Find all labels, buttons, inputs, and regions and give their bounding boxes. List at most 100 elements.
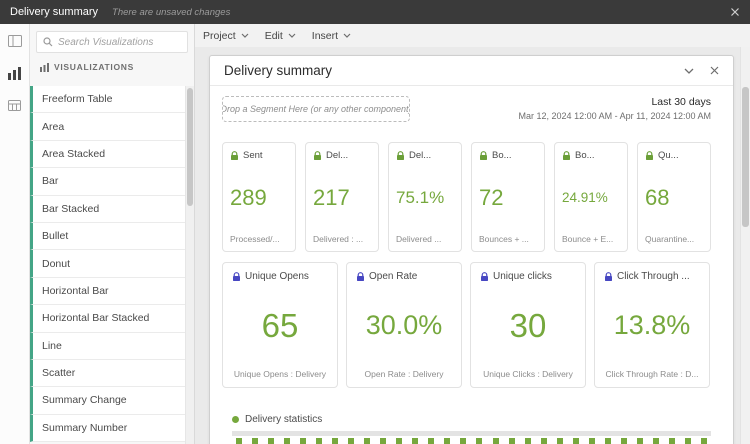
main-scrollbar-thumb[interactable] <box>742 87 749 227</box>
card-value-area: 72 <box>479 161 537 234</box>
visualization-list-item[interactable]: Donut <box>30 250 194 277</box>
chart-bar[interactable] <box>557 438 563 444</box>
rail-panels-button[interactable] <box>5 33 25 49</box>
visualization-list-item[interactable]: Area Stacked <box>30 141 194 168</box>
visualization-list-item[interactable]: Scatter <box>30 360 194 387</box>
date-range-picker[interactable]: Last 30 days Mar 12, 2024 12:00 AM - Apr… <box>519 96 711 121</box>
summary-card[interactable]: Sent 289 Processed/... <box>222 142 296 252</box>
chart-bar[interactable] <box>509 438 515 444</box>
chart-bar[interactable] <box>252 438 258 444</box>
visualization-item-label: Bar Stacked <box>42 203 99 215</box>
summary-card[interactable]: Unique Opens 65 Unique Opens : Delivery <box>222 262 338 388</box>
visualization-list-item[interactable]: Horizontal Bar Stacked <box>30 305 194 332</box>
chart-bar[interactable] <box>444 438 450 444</box>
chart-bar[interactable] <box>669 438 675 444</box>
chart-bar[interactable] <box>589 438 595 444</box>
chevron-down-icon <box>288 33 296 38</box>
lock-icon <box>604 272 613 282</box>
chart-bar[interactable] <box>380 438 386 444</box>
chart-bar[interactable] <box>268 438 274 444</box>
card-subtitle: Delivered : ... <box>313 234 371 244</box>
chart-legend-item[interactable]: Delivery statistics <box>232 414 711 425</box>
sidebar-scrollbar[interactable] <box>185 86 194 444</box>
card-value-area: 65 <box>232 282 328 369</box>
visualization-item-label: Scatter <box>42 367 75 379</box>
main-scrollbar[interactable] <box>740 47 750 444</box>
card-label: Del... <box>326 150 348 161</box>
card-header: Unique clicks <box>480 271 576 282</box>
visualization-list: Freeform Table Area Area Stacked Bar <box>30 86 194 444</box>
delivery-statistics-chart: Delivery statistics <box>232 414 711 444</box>
chart-bar[interactable] <box>428 438 434 444</box>
chart-bar[interactable] <box>364 438 370 444</box>
sidebar-scrollbar-thumb[interactable] <box>187 88 193 206</box>
menu-item[interactable]: Project <box>203 30 249 42</box>
summary-card[interactable]: Del... 75.1% Delivered ... <box>388 142 462 252</box>
chart-bar[interactable] <box>701 438 707 444</box>
chart-bar[interactable] <box>525 438 531 444</box>
visualization-list-item[interactable]: Summary Number <box>30 415 194 442</box>
dropzone-row: Drop a Segment Here (or any other compon… <box>222 96 711 122</box>
summary-card[interactable]: Open Rate 30.0% Open Rate : Delivery <box>346 262 462 388</box>
visualization-list-item[interactable]: Line <box>30 333 194 360</box>
card-header: Click Through ... <box>604 271 700 282</box>
close-icon[interactable] <box>730 7 740 17</box>
panel-body: Drop a Segment Here (or any other compon… <box>210 86 733 444</box>
chart-bar[interactable] <box>316 438 322 444</box>
chart-bar[interactable] <box>332 438 338 444</box>
search-visualizations-input[interactable] <box>58 37 181 48</box>
search-icon <box>43 37 53 47</box>
chart-bar[interactable] <box>637 438 643 444</box>
chart-bar[interactable] <box>396 438 402 444</box>
chart-bar[interactable] <box>573 438 579 444</box>
chart-bar[interactable] <box>605 438 611 444</box>
chart-bar[interactable] <box>236 438 242 444</box>
menu-item[interactable]: Insert <box>312 30 351 42</box>
chart-bar[interactable] <box>412 438 418 444</box>
visualization-list-item[interactable]: Bar Stacked <box>30 196 194 223</box>
chart-bar[interactable] <box>653 438 659 444</box>
rail-visualizations-button[interactable] <box>5 65 25 81</box>
chart-bar[interactable] <box>460 438 466 444</box>
visualization-list-item[interactable]: Freeform Table <box>30 86 194 113</box>
chart-bar[interactable] <box>476 438 482 444</box>
chart-bar[interactable] <box>493 438 499 444</box>
visualization-list-item[interactable]: Bar <box>30 168 194 195</box>
visualization-list-item[interactable]: Bullet <box>30 223 194 250</box>
summary-card[interactable]: Del... 217 Delivered : ... <box>305 142 379 252</box>
close-icon <box>710 66 719 75</box>
menu-item[interactable]: Edit <box>265 30 296 42</box>
visualization-item-label: Bar <box>42 175 58 187</box>
card-value: 68 <box>645 187 669 209</box>
chart-bar[interactable] <box>348 438 354 444</box>
segment-drop-zone[interactable]: Drop a Segment Here (or any other compon… <box>222 96 410 122</box>
card-value: 30 <box>510 309 547 342</box>
chart-bar[interactable] <box>284 438 290 444</box>
legend-dot <box>232 416 239 423</box>
menu-item-label: Edit <box>265 30 283 42</box>
visualization-item-label: Freeform Table <box>42 93 112 105</box>
rail-components-button[interactable] <box>5 97 25 113</box>
chart-bar[interactable] <box>541 438 547 444</box>
panel-close-button[interactable] <box>710 66 719 75</box>
panel-collapse-button[interactable] <box>684 68 694 74</box>
visualization-list-item[interactable]: Area <box>30 113 194 140</box>
visualization-item-label: Summary Change <box>42 394 127 406</box>
card-value: 75.1% <box>396 189 444 206</box>
delivery-statistics-bars <box>232 438 711 444</box>
lock-icon <box>230 151 239 161</box>
summary-card[interactable]: Unique clicks 30 Unique Clicks : Deliver… <box>470 262 586 388</box>
visualization-list-item[interactable]: Horizontal Bar <box>30 278 194 305</box>
lock-icon <box>396 151 405 161</box>
summary-card[interactable]: Qu... 68 Quarantine... <box>637 142 711 252</box>
summary-card[interactable]: Bo... 72 Bounces + ... <box>471 142 545 252</box>
lock-icon <box>645 151 654 161</box>
chart-bar[interactable] <box>685 438 691 444</box>
card-subtitle: Unique Clicks : Delivery <box>480 369 576 379</box>
visualization-list-item[interactable]: Summary Change <box>30 387 194 414</box>
summary-card[interactable]: Bo... 24.91% Bounce + E... <box>554 142 628 252</box>
chart-bar[interactable] <box>621 438 627 444</box>
summary-card[interactable]: Click Through ... 13.8% Click Through Ra… <box>594 262 710 388</box>
card-label: Unique clicks <box>493 271 552 282</box>
chart-bar[interactable] <box>300 438 306 444</box>
